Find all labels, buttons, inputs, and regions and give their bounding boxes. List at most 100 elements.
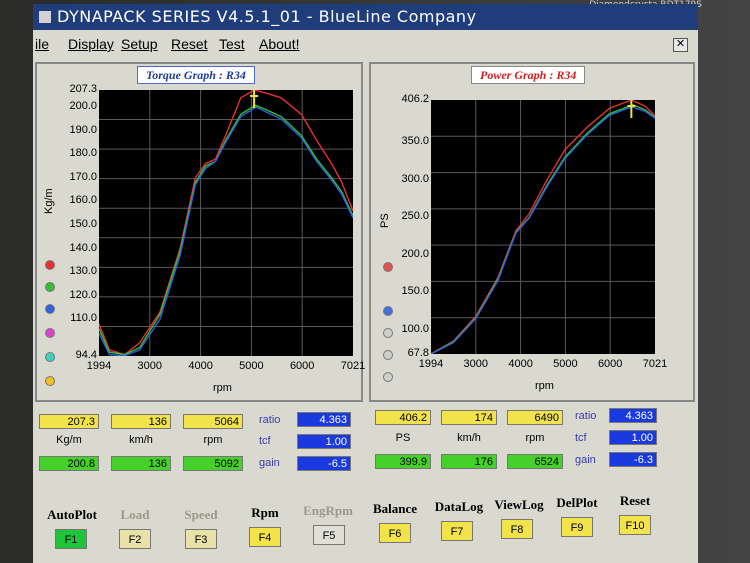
gain-label: gain [575, 454, 596, 466]
y-tick-label: 160.0 [69, 194, 97, 207]
speed-value: 174 [441, 410, 497, 425]
torque-panel: Torque Graph : R34 Kg/m rpm 207.3 200.0 19… [35, 62, 365, 402]
reset-button[interactable]: F10 [619, 515, 651, 535]
series-green-indicator[interactable] [45, 282, 55, 292]
x-tick-label: 6000 [289, 360, 315, 372]
delplot-button[interactable]: F9 [561, 517, 593, 537]
rpm-unit: rpm [203, 434, 223, 446]
menu-setup[interactable]: Setup [121, 33, 158, 55]
speed-button[interactable]: F3 [185, 529, 217, 549]
power-unit: PS [395, 432, 411, 444]
ratio-value[interactable]: 4.363 [609, 408, 657, 423]
function-key-bar: AutoPlot F1 Load F2 Speed F3 Rpm F4 EngR… [33, 491, 698, 551]
fkey-label-delplot: DelPlot [556, 495, 598, 510]
x-tick-label: 7021 [642, 358, 668, 370]
series-blue-indicator[interactable] [383, 306, 393, 316]
load-button[interactable]: F2 [119, 529, 151, 549]
series-cyan-indicator[interactable] [45, 352, 55, 362]
y-tick-label: 406.2 [401, 93, 429, 105]
x-tick-label: 3000 [463, 358, 489, 370]
autoplot-button[interactable]: F1 [55, 529, 87, 549]
series-magenta-indicator[interactable] [45, 328, 55, 338]
menu-test[interactable]: Test [219, 33, 245, 55]
app-icon [39, 11, 51, 23]
datalog-button[interactable]: F7 [441, 521, 473, 541]
torque-chart [98, 84, 354, 357]
power-value-2: 399.9 [375, 454, 431, 469]
rpm-unit: rpm [525, 432, 545, 444]
y-tick-label: 110.0 [70, 312, 97, 325]
y-tick-label: 150.0 [401, 285, 429, 298]
menu-file[interactable]: ile [35, 33, 49, 55]
gain-value[interactable]: -6.3 [609, 452, 657, 467]
torque-graph-title: Torque Graph : R34 [137, 66, 255, 84]
series-line-2 [98, 106, 354, 357]
power-chart [430, 94, 656, 355]
tcf-value[interactable]: 1.00 [297, 434, 351, 449]
series-yellow-indicator[interactable] [45, 376, 55, 386]
y-tick-label: 200.0 [401, 247, 429, 260]
rpm-value: 6490 [507, 410, 563, 425]
torque-unit: Kg/m [56, 434, 82, 446]
y-tick-label: 120.0 [69, 288, 97, 301]
speed-value-2: 176 [441, 454, 497, 469]
y-tick-label: 207.3 [69, 83, 97, 95]
series-line-0 [98, 89, 354, 356]
y-tick-label: 190.0 [69, 123, 97, 136]
x-tick-label: 6000 [597, 358, 623, 370]
tcf-value[interactable]: 1.00 [609, 430, 657, 445]
y-tick-label: 300.0 [401, 172, 429, 185]
engrpm-button[interactable]: F5 [313, 525, 345, 545]
close-icon[interactable]: ✕ [673, 38, 688, 52]
torque-value-2: 200.8 [39, 456, 99, 471]
fkey-label-viewlog: ViewLog [494, 497, 544, 512]
power-plot-area [430, 94, 656, 355]
power-graph-title: Power Graph : R34 [471, 66, 586, 84]
rpm-button[interactable]: F4 [249, 527, 281, 547]
y-tick-label: 200.0 [69, 100, 97, 113]
series-red-indicator[interactable] [383, 262, 393, 272]
speed-unit: km/h [129, 434, 153, 446]
fkey-label-rpm: Rpm [251, 505, 279, 520]
gain-value[interactable]: -6.5 [297, 456, 351, 471]
fkey-label-load: Load [120, 507, 150, 522]
menu-display[interactable]: Display [68, 33, 114, 55]
ratio-label: ratio [259, 414, 281, 426]
balance-button[interactable]: F6 [379, 523, 411, 543]
y-tick-label: 100.0 [401, 322, 429, 335]
window-title: DYNAPACK SERIES V4.5.1_01 - BlueLine Com… [57, 7, 477, 26]
power-x-axis-label: rpm [535, 380, 554, 392]
fkey-label-balance: Balance [372, 501, 418, 516]
x-tick-label: 4000 [188, 360, 213, 372]
tcf-label: tcf [575, 432, 587, 444]
y-tick-label: 140.0 [69, 241, 97, 254]
title-bar: DYNAPACK SERIES V4.5.1_01 - BlueLine Com… [33, 4, 698, 30]
menu-bar: ile Display Setup Reset Test About! [33, 33, 698, 55]
series-blue-indicator[interactable] [45, 304, 55, 314]
y-tick-label: 250.0 [401, 210, 429, 223]
series-empty-indicator[interactable] [383, 372, 393, 382]
fkey-label-engrpm: EngRpm [303, 503, 353, 518]
series-line-0 [430, 99, 656, 355]
power-y-axis-label: PS [379, 213, 391, 228]
rpm-value: 5064 [183, 414, 243, 429]
series-empty-indicator[interactable] [383, 328, 393, 338]
x-tick-label: 1994 [418, 358, 444, 370]
speed-unit: km/h [457, 432, 481, 444]
menu-reset[interactable]: Reset [171, 33, 208, 55]
series-empty-indicator[interactable] [383, 350, 393, 360]
x-tick-label: 4000 [508, 358, 533, 370]
ratio-value[interactable]: 4.363 [297, 412, 351, 427]
torque-value: 207.3 [39, 414, 99, 429]
torque-y-axis-label: Kg/m [43, 188, 55, 214]
gain-label: gain [259, 457, 280, 469]
power-readouts: 406.2 174 6490 PS km/h rpm 399.9 176 652… [373, 406, 698, 478]
rpm-value-2: 5092 [183, 456, 243, 471]
fkey-label-reset: Reset [619, 493, 651, 508]
viewlog-button[interactable]: F8 [501, 519, 533, 539]
series-line-1 [430, 103, 656, 355]
ratio-label: ratio [575, 410, 597, 422]
fkey-label-speed: Speed [184, 507, 218, 522]
menu-about[interactable]: About! [259, 33, 299, 55]
series-red-indicator[interactable] [45, 260, 55, 270]
